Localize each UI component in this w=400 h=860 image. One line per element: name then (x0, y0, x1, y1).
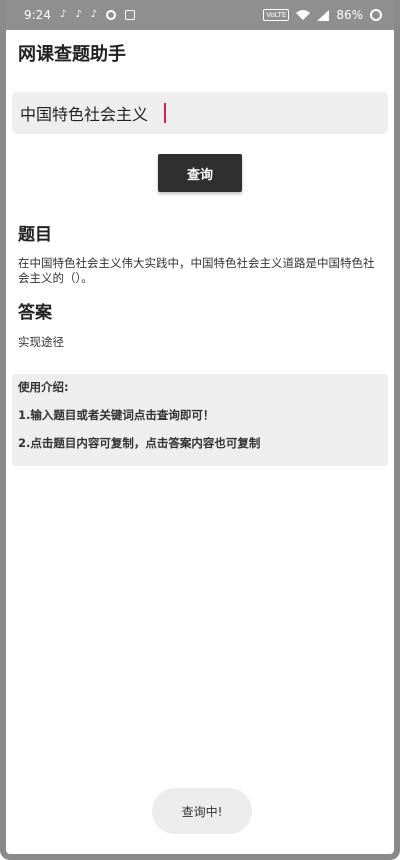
usage-intro-panel: 使用介绍: 1.输入题目或者关键词点击查询即可！ 2.点击题目内容可复制，点击答… (12, 374, 388, 466)
answer-heading: 答案 (18, 303, 52, 323)
volte-badge: VoLTE (263, 9, 290, 21)
answer-text[interactable]: 实现途径 (18, 334, 64, 350)
search-input[interactable] (20, 103, 163, 123)
tiktok-icon: ♪ (90, 9, 98, 20)
calendar-icon (125, 10, 136, 20)
phone-screen: 9:24 ♪ ♪ ♪ VoLTE 86% 网课查题助手 查询 题目 在中国特色社… (0, 0, 400, 860)
search-field[interactable] (12, 92, 388, 134)
status-time: 9:24 (24, 8, 51, 22)
status-bar: 9:24 ♪ ♪ ♪ VoLTE 86% (6, 0, 394, 30)
intro-line-1: 1.输入题目或者关键词点击查询即可！ (18, 408, 215, 422)
intro-line-2: 2.点击题目内容可复制，点击答案内容也可复制 (18, 436, 261, 450)
wifi-icon (296, 9, 311, 20)
question-text[interactable]: 在中国特色社会主义伟大实践中，中国特色社会主义道路是中国特色社会主义的（）。 (18, 256, 384, 286)
intro-title: 使用介绍: (18, 380, 69, 394)
question-heading: 题目 (18, 225, 52, 245)
toast-message: 查询中! (152, 788, 252, 834)
text-cursor (164, 103, 166, 123)
tiktok-icon: ♪ (59, 9, 67, 20)
query-button[interactable]: 查询 (158, 154, 242, 192)
status-right: VoLTE 86% (263, 8, 382, 22)
battery-icon (370, 9, 382, 21)
tiktok-icon: ♪ (75, 9, 82, 20)
battery-percent: 86% (336, 8, 363, 22)
status-left: 9:24 ♪ ♪ ♪ (24, 8, 136, 22)
signal-icon (317, 9, 330, 21)
page-title: 网课查题助手 (18, 44, 126, 65)
circle-icon (106, 10, 117, 20)
